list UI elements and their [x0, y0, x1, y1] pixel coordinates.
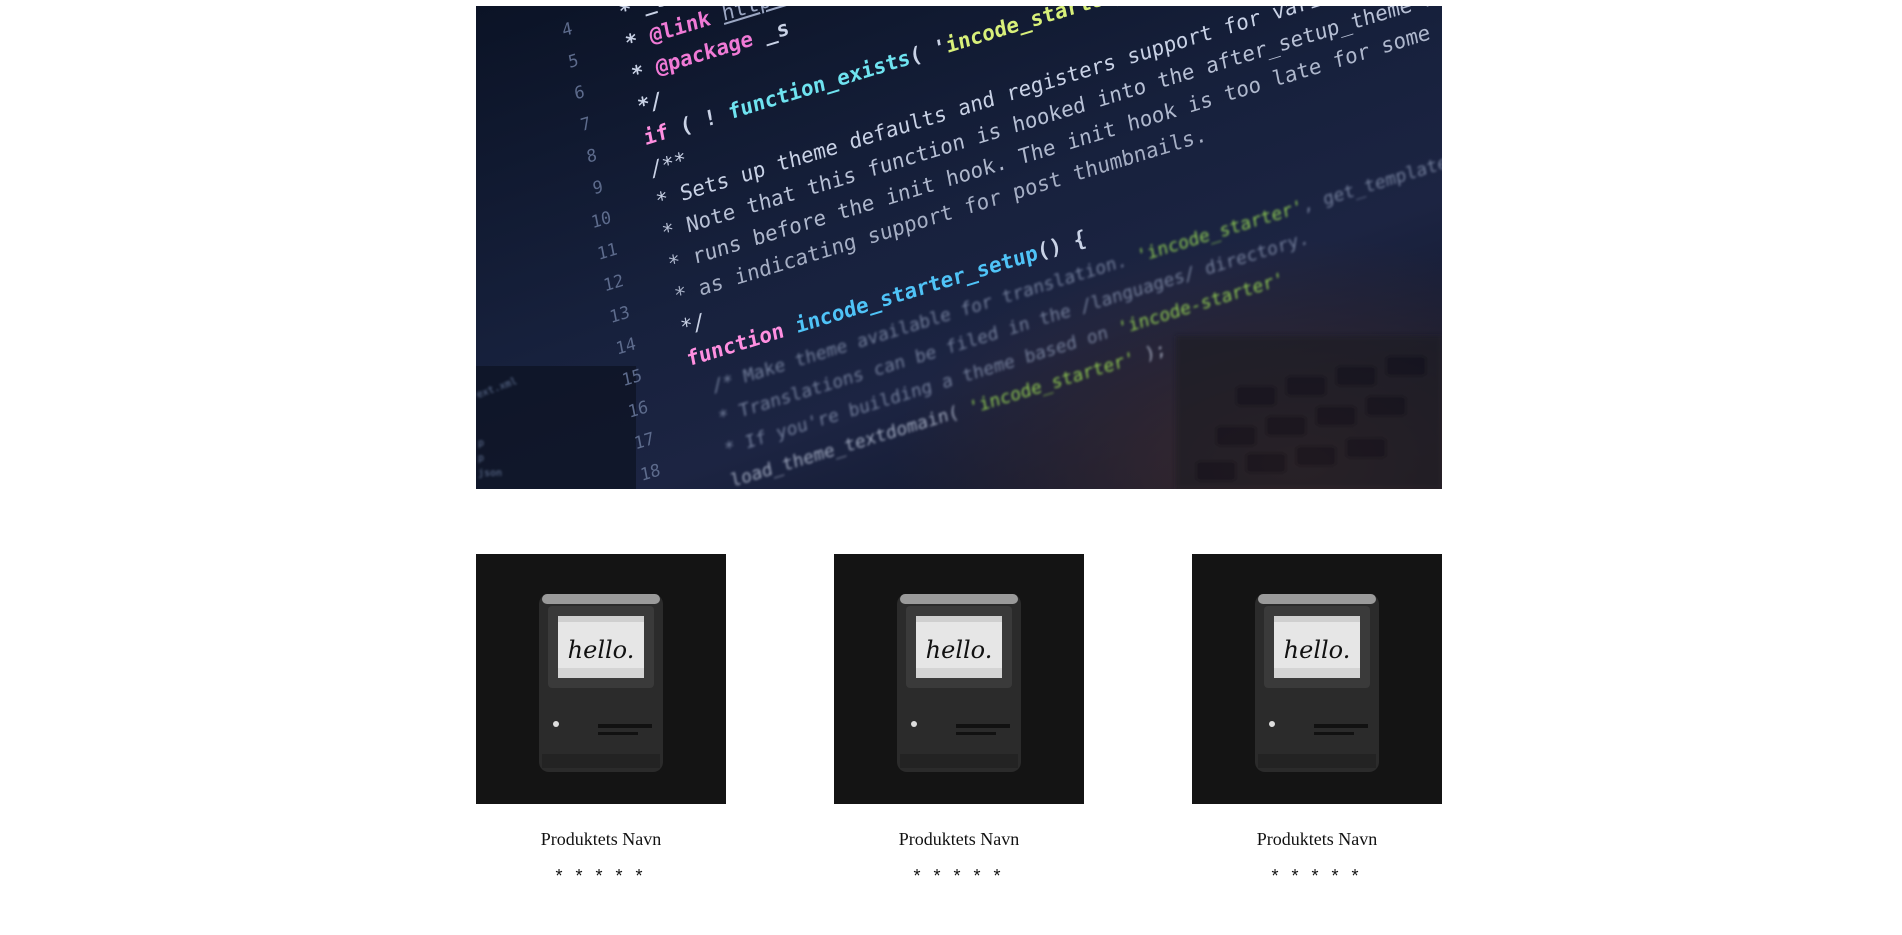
product-rating: * * * * *	[913, 866, 1005, 886]
svg-text:*/: */	[678, 308, 707, 340]
svg-text:18: 18	[639, 460, 662, 486]
svg-text:/**: /**	[648, 146, 689, 182]
svg-text:6: 6	[573, 82, 587, 105]
product-name[interactable]: Produktets Navn	[834, 828, 1084, 850]
svg-text:5: 5	[567, 50, 581, 73]
svg-text:10: 10	[590, 208, 613, 234]
retro-computer-icon: hello.	[897, 594, 1021, 772]
product-rating: * * * * *	[1271, 866, 1363, 886]
svg-text:8: 8	[585, 145, 599, 168]
svg-text:13: 13	[608, 302, 631, 328]
svg-text:4: 4	[560, 19, 574, 42]
product-name[interactable]: Produktets Navn	[1192, 828, 1442, 850]
svg-text:17: 17	[633, 429, 656, 455]
content-wrapper: ext.xml p p json 456 789 10 11 12 13 14 15 16 1…	[476, 6, 1442, 886]
product-card[interactable]: hello. Produktets Navn * * * * *	[1192, 554, 1442, 886]
retro-computer-icon: hello.	[1255, 594, 1379, 772]
svg-text:14: 14	[614, 334, 637, 360]
svg-text:7: 7	[579, 114, 593, 137]
svg-text:hello.: hello.	[568, 636, 635, 664]
svg-text:hello.: hello.	[1284, 636, 1351, 664]
product-card[interactable]: hello. Produktets Navn * * * * *	[834, 554, 1084, 886]
svg-text:12: 12	[602, 271, 625, 297]
product-rating: * * * * *	[555, 866, 647, 886]
hero-code-illustration: ext.xml ppjson 456 789 101112 131415 161…	[476, 6, 1442, 489]
svg-text:json: json	[478, 468, 502, 479]
product-image[interactable]: hello.	[476, 554, 726, 804]
svg-text:11: 11	[596, 239, 619, 265]
product-name[interactable]: Produktets Navn	[476, 828, 726, 850]
svg-text:*/: */	[635, 87, 664, 119]
product-image[interactable]: hello.	[1192, 554, 1442, 804]
product-image[interactable]: hello.	[834, 554, 1084, 804]
product-grid: hello. Produktets Navn * * * * * hello. …	[476, 554, 1442, 914]
svg-text:9: 9	[591, 177, 605, 200]
svg-text:p: p	[478, 453, 484, 464]
hero-image: ext.xml p p json 456 789 10 11 12 13 14 15 16 1…	[476, 6, 1442, 489]
product-card[interactable]: hello. Produktets Navn * * * * *	[476, 554, 726, 886]
svg-text:p: p	[478, 438, 484, 449]
svg-text:hello.: hello.	[926, 636, 993, 664]
retro-computer-icon: hello.	[539, 594, 663, 772]
